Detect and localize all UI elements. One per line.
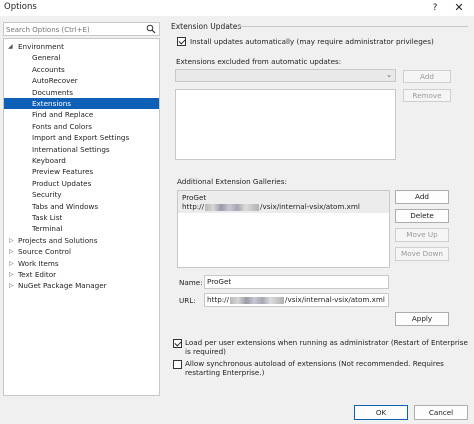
excluded-extensions-combo[interactable]: ⌄: [175, 69, 396, 82]
collapsed-arrow-icon[interactable]: ▷: [9, 269, 17, 280]
url-input-prefix: http://: [207, 295, 230, 304]
gallery-name-label: Name:: [179, 278, 203, 287]
tree-item-extensions[interactable]: Extensions: [4, 98, 159, 110]
collapsed-arrow-icon[interactable]: ▷: [9, 246, 17, 257]
help-button[interactable]: ?: [428, 0, 442, 16]
gallery-url-input[interactable]: http:// /vsix/internal-vsix/atom.xml: [204, 293, 389, 307]
tree-node-label: NuGet Package Manager: [18, 281, 107, 291]
tree-node-environment[interactable]: ◢ Environment: [4, 41, 159, 52]
excluded-remove-button[interactable]: Remove: [403, 89, 451, 102]
url-input-suffix: /vsix/internal-vsix/atom.xml: [285, 295, 385, 304]
collapsed-arrow-icon[interactable]: ▷: [9, 280, 17, 291]
tree-item-preview-features[interactable]: Preview Features: [4, 166, 159, 177]
gallery-url-suffix: /vsix/internal-vsix/atom.xml: [260, 202, 360, 211]
tree-node-source-control[interactable]: ▷ Source Control: [4, 246, 159, 257]
tree-item-label: International Settings: [32, 144, 110, 154]
gallery-name-input[interactable]: ProGet: [204, 275, 389, 289]
tree-item-label: Keyboard: [32, 156, 66, 165]
redacted-host: [205, 203, 260, 211]
tree-item-label: Documents: [32, 87, 73, 97]
auto-install-label: Install updates automatically (may requi…: [190, 37, 434, 46]
tree-item-label: Import and Export Settings: [32, 133, 130, 143]
tree-item-label: Product Updates: [32, 178, 92, 188]
excluded-add-button[interactable]: Add: [403, 70, 451, 83]
chevron-down-icon[interactable]: ⌄: [386, 71, 392, 79]
tree-node-label: Work Items: [18, 258, 59, 268]
gallery-item-url: http:// /vsix/internal-vsix/atom.xml: [182, 202, 360, 211]
collapsed-arrow-icon[interactable]: ▷: [9, 258, 17, 269]
tree-item-find-and-replace[interactable]: Find and Replace: [4, 109, 159, 120]
tree-item-label: Fonts and Colors: [32, 121, 92, 131]
tree-node-work-items[interactable]: ▷ Work Items: [4, 258, 159, 269]
tree-item-label: Find and Replace: [32, 110, 94, 120]
excluded-extensions-list[interactable]: [175, 89, 396, 160]
galleries-label: Additional Extension Galleries:: [177, 177, 287, 186]
tree-item-label: Accounts: [32, 64, 65, 74]
per-user-extensions-label: Load per user extensions when running as…: [185, 338, 468, 356]
tree-item-label: Extensions: [32, 99, 72, 108]
galleries-list[interactable]: ProGet http:// /vsix/internal-vsix/atom.x…: [177, 190, 390, 268]
tree-item-import-and-export-settings[interactable]: Import and Export Settings: [4, 132, 159, 143]
tree-node-label: Text Editor: [18, 270, 57, 279]
auto-install-checkbox[interactable]: [177, 37, 186, 46]
gallery-url-label: URL:: [179, 296, 196, 305]
gallery-url-prefix: http://: [182, 202, 205, 211]
search-box[interactable]: [3, 22, 160, 36]
tree-item-autorecover[interactable]: AutoRecover: [4, 75, 159, 86]
expanded-arrow-icon[interactable]: ◢: [8, 41, 16, 52]
tree-node-label: Projects and Solutions: [18, 235, 98, 245]
tree-item-label: Preview Features: [32, 167, 94, 177]
tree-node-projects-and-solutions[interactable]: ▷ Projects and Solutions: [4, 235, 159, 246]
tree-item-task-list[interactable]: Task List: [4, 212, 159, 223]
window-title: Options: [4, 2, 37, 12]
search-input[interactable]: [6, 24, 142, 35]
tree-item-general[interactable]: General: [4, 52, 159, 63]
close-button[interactable]: ✕: [451, 0, 467, 16]
tree-node-label: Source Control: [18, 247, 71, 257]
tree-item-keyboard[interactable]: Keyboard: [4, 155, 159, 166]
tree-item-label: Tabs and Windows: [32, 201, 99, 211]
gallery-apply-button[interactable]: Apply: [395, 312, 449, 326]
section-title: Extension Updates: [171, 22, 242, 31]
title-bar: [0, 0, 474, 16]
tree-item-label: Task List: [32, 213, 63, 222]
cancel-button[interactable]: Cancel: [414, 405, 468, 420]
gallery-item-name: ProGet: [182, 193, 207, 202]
tree-item-fonts-and-colors[interactable]: Fonts and Colors: [4, 121, 159, 132]
ok-button[interactable]: OK: [354, 405, 408, 420]
tree-item-label: General: [32, 53, 61, 63]
search-icon[interactable]: [146, 24, 156, 34]
gallery-delete-button[interactable]: Delete: [395, 209, 449, 223]
options-tree[interactable]: ◢ Environment General Accounts AutoRecover…: [3, 38, 160, 396]
tree-item-security[interactable]: Security: [4, 189, 159, 200]
sync-autoload-label: Allow synchronous autoload of extensions…: [185, 359, 444, 377]
gallery-list-item[interactable]: ProGet http:// /vsix/internal-vsix/atom.x…: [178, 191, 389, 213]
tree-item-documents[interactable]: Documents: [4, 87, 159, 98]
tree-item-accounts[interactable]: Accounts: [4, 64, 159, 75]
excluded-extensions-label: Extensions excluded from automatic updat…: [176, 57, 342, 66]
tree-item-label: Terminal: [32, 224, 63, 234]
tree-item-tabs-and-windows[interactable]: Tabs and Windows: [4, 201, 159, 212]
tree-item-label: Security: [32, 190, 62, 200]
sync-autoload-checkbox[interactable]: [173, 360, 182, 369]
tree-item-label: AutoRecover: [32, 76, 78, 86]
tree-node-label: Environment: [18, 42, 64, 51]
redacted-host: [230, 296, 285, 304]
gallery-move-up-button[interactable]: Move Up: [395, 228, 449, 242]
tree-item-international-settings[interactable]: International Settings: [4, 144, 159, 155]
tree-item-terminal[interactable]: Terminal: [4, 223, 159, 234]
collapsed-arrow-icon[interactable]: ▷: [9, 235, 17, 246]
tree-node-text-editor[interactable]: ▷ Text Editor: [4, 269, 159, 280]
gallery-move-down-button[interactable]: Move Down: [395, 247, 449, 261]
tree-item-product-updates[interactable]: Product Updates: [4, 178, 159, 189]
per-user-extensions-checkbox[interactable]: [173, 339, 182, 348]
gallery-add-button[interactable]: Add: [395, 190, 449, 204]
section-divider: [238, 26, 468, 27]
tree-node-nuget-package-manager[interactable]: ▷ NuGet Package Manager: [4, 280, 159, 291]
